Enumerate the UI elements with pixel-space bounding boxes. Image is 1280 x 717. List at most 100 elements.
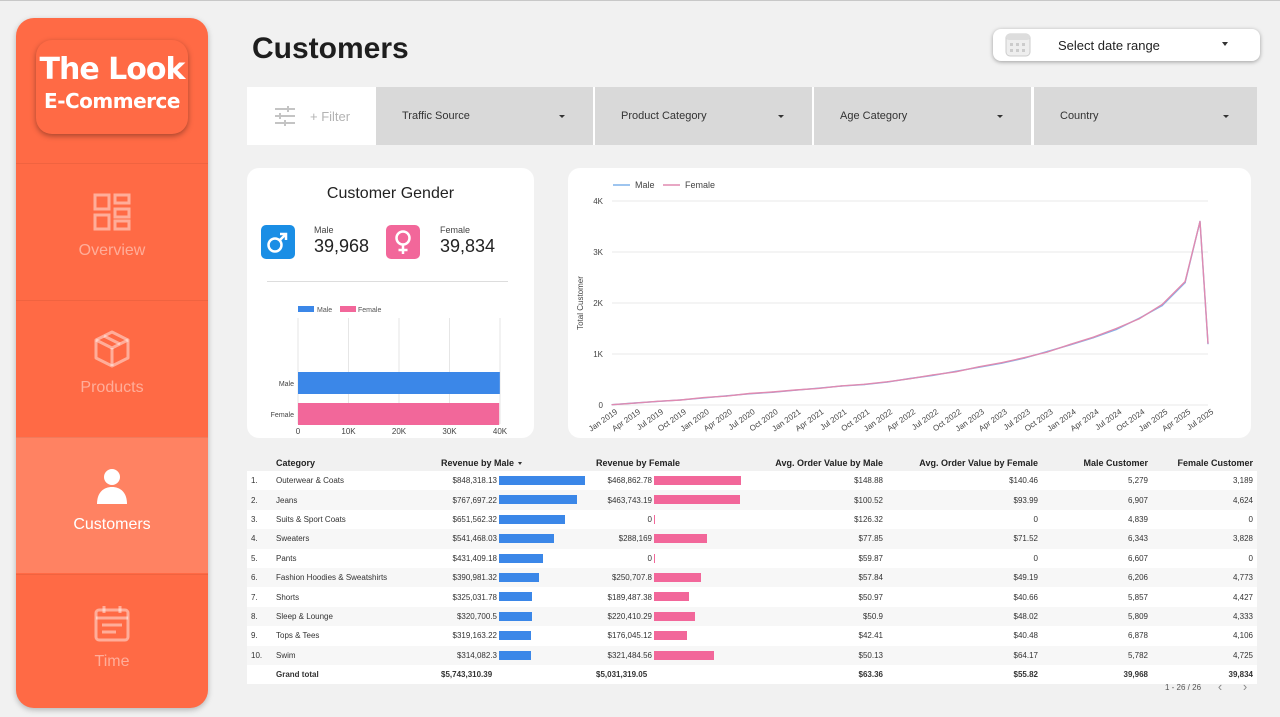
revenue-female-value: $250,707.8	[611, 573, 652, 583]
dashboard-icon	[93, 193, 131, 231]
female-customer-cell: 4,333	[1152, 606, 1257, 627]
female-customer-cell: 3,189	[1152, 471, 1257, 491]
male-customer-cell: 6,907	[1042, 490, 1152, 510]
category-cell: Jeans	[272, 490, 437, 510]
series-point-female	[817, 387, 819, 389]
table-row[interactable]: 2. Jeans $767,697.22 $463,743.19 $100.52 $93.…	[247, 490, 1257, 510]
legend-label-female: Female	[358, 307, 381, 314]
col-revenue-female[interactable]: Revenue by Female	[592, 454, 747, 471]
y-tick-label: 4K	[593, 197, 603, 206]
logo[interactable]: The Look E-Commerce	[36, 40, 188, 134]
revenue-female-cell: 0	[592, 509, 747, 530]
series-point-female	[748, 392, 751, 395]
sidebar-item-products[interactable]: Products	[16, 300, 208, 436]
revenue-male-value: $319,163.22	[452, 631, 498, 641]
grand-total-row: Grand total $5,743,310.39 $5,031,319.05 $63…	[247, 664, 1257, 684]
col-female-customer[interactable]: Female Customer	[1152, 454, 1257, 471]
bar-male	[298, 372, 500, 394]
male-value: 39,968	[314, 236, 370, 256]
filter-country[interactable]: Country	[1034, 87, 1257, 145]
series-point-female	[1184, 281, 1186, 283]
revenue-female-cell: $468,862.78	[592, 471, 747, 491]
series-point-female	[634, 402, 636, 404]
col-revenue-male[interactable]: Revenue by Male	[437, 454, 592, 471]
male-customer-cell: 6,206	[1042, 567, 1152, 588]
next-page-button[interactable]: ›	[1238, 680, 1252, 694]
aov-female-cell: $49.19	[887, 567, 1042, 588]
male-customer-cell: 5,857	[1042, 587, 1152, 607]
x-tick-label: Jul 2025	[1185, 407, 1215, 432]
aov-male-cell: $57.84	[747, 567, 887, 588]
logo-line1: The Look	[39, 52, 186, 87]
y-tick-label: 1K	[593, 350, 603, 359]
revenue-male-cell: $651,562.32	[437, 509, 592, 530]
revenue-female-bar	[654, 572, 701, 582]
revenue-female-bar	[654, 476, 741, 485]
row-index: 7.	[247, 587, 272, 607]
col-category[interactable]: Category	[272, 454, 437, 471]
logo-line2: E-Commerce	[44, 89, 180, 113]
series-point-female	[657, 400, 659, 402]
filter-age-category[interactable]: Age Category	[814, 87, 1031, 145]
revenue-male-cell: $320,700.5	[437, 606, 592, 627]
col-aov-male[interactable]: Avg. Order Value by Male	[747, 454, 887, 471]
prev-page-button[interactable]: ‹	[1213, 680, 1227, 694]
add-filter-button[interactable]: + Filter	[247, 87, 376, 145]
revenue-female-bar	[654, 611, 695, 621]
sidebar-item-customers[interactable]: Customers	[16, 437, 208, 573]
sidebar-item-overview[interactable]: Overview	[16, 163, 208, 299]
series-point-female	[794, 389, 796, 391]
aov-female-cell: $93.99	[887, 490, 1042, 510]
legend-label-male: Male	[317, 307, 332, 314]
row-index: 1.	[247, 471, 272, 491]
female-customer-cell: 3,828	[1152, 529, 1257, 549]
col-index	[247, 454, 272, 471]
pagination-label: 1 - 26 / 26	[1165, 683, 1202, 692]
revenue-male-value: $848,318.13	[452, 476, 498, 486]
revenue-female-cell: 0	[592, 548, 747, 568]
sidebar-item-time[interactable]: Time	[16, 574, 208, 708]
total-revenue-female: $5,031,319.05	[592, 664, 747, 684]
category-cell: Sweaters	[272, 529, 437, 549]
filter-product-category[interactable]: Product Category	[595, 87, 812, 145]
chevron-down-icon	[778, 115, 784, 118]
table-row[interactable]: 7. Shorts $325,031.78 $189,487.38 $50.97 $40.…	[247, 587, 1257, 607]
female-customer-cell: 4,624	[1152, 490, 1257, 510]
category-cell: Swim	[272, 645, 437, 665]
revenue-female-cell: $321,484.56	[592, 645, 747, 665]
total-male-customer: 39,968	[1042, 664, 1152, 684]
aov-female-cell: $64.17	[887, 645, 1042, 665]
revenue-female-bar	[654, 534, 707, 544]
user-icon	[97, 469, 127, 504]
category-cell: Suits & Sport Coats	[272, 509, 437, 530]
x-tick-label: 40K	[493, 427, 508, 436]
row-index	[247, 664, 272, 684]
y-tick-label: Male	[279, 381, 294, 388]
revenue-female-bar	[654, 592, 689, 602]
chevron-down-icon	[1222, 42, 1228, 46]
x-tick-label: 10K	[341, 427, 356, 436]
table-row[interactable]: 5. Pants $431,409.18 0 $59.87 0 6,607 0	[247, 548, 1257, 568]
col-male-customer[interactable]: Male Customer	[1042, 454, 1152, 471]
y-tick-label: 2K	[593, 299, 603, 308]
revenue-male-bar	[499, 631, 531, 641]
revenue-female-cell: $288,169	[592, 529, 747, 549]
table-row[interactable]: 1. Outerwear & Coats $848,318.13 $468,862.7…	[247, 471, 1257, 491]
table-row[interactable]: 10. Swim $314,082.3 $321,484.56 $50.13 $64.17…	[247, 645, 1257, 665]
revenue-male-cell: $325,031.78	[437, 587, 592, 607]
series-point-female	[1046, 351, 1049, 353]
series-point-female	[1092, 336, 1094, 338]
table-row[interactable]: 9. Tops & Tees $319,163.22 $176,045.12 $42.4…	[247, 626, 1257, 646]
col-aov-female[interactable]: Avg. Order Value by Female	[887, 454, 1042, 471]
revenue-male-bar	[499, 476, 585, 485]
table-row[interactable]: 8. Sleep & Lounge $320,700.5 $220,410.29 $50…	[247, 606, 1257, 627]
date-range-picker[interactable]: Select date range	[993, 29, 1260, 61]
aov-female-cell: $48.02	[887, 606, 1042, 627]
table-row[interactable]: 6. Fashion Hoodies & Sweatshirts $390,981.…	[247, 567, 1257, 588]
table-row[interactable]: 4. Sweaters $541,468.03 $288,169 $77.85 $71.5…	[247, 529, 1257, 549]
filter-traffic-source[interactable]: Traffic Source	[376, 87, 593, 145]
aov-male-cell: $100.52	[747, 490, 887, 510]
category-table: Category Revenue by Male Revenue by Fema…	[247, 454, 1257, 684]
table-row[interactable]: 3. Suits & Sport Coats $651,562.32 0 $126.32…	[247, 509, 1257, 530]
revenue-female-bar	[654, 514, 655, 524]
